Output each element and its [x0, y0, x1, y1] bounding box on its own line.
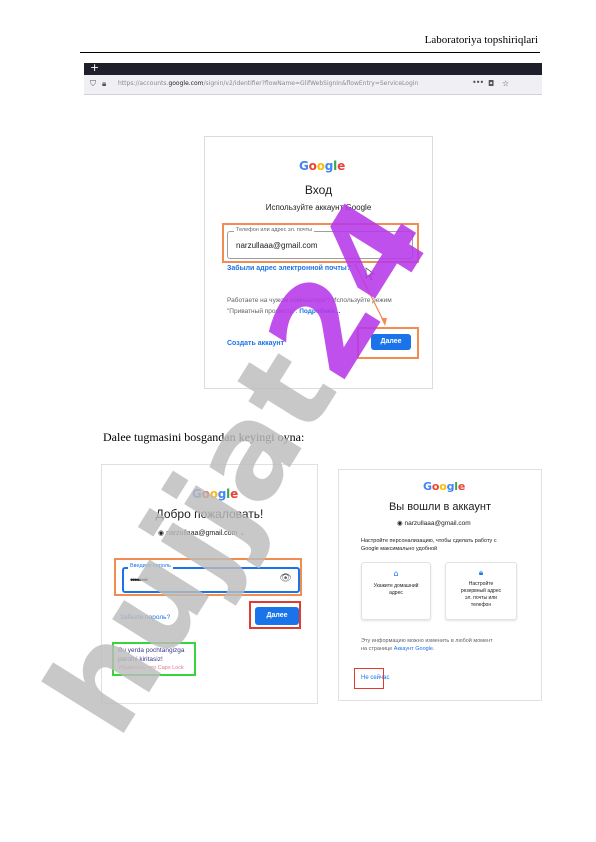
personalize-desc-2: Google максимально удобной	[361, 546, 438, 552]
google-account-link[interactable]: Аккаунт Google	[394, 646, 433, 652]
info-text: Эту информацию можно изменить в любой мо…	[361, 638, 493, 644]
next-highlight-box-2	[249, 601, 301, 629]
signed-in-title: Вы вошли в аккаунт	[388, 501, 492, 513]
lock-refresh-icon: 🔒︎	[478, 568, 484, 577]
arrows-overlay	[136, 263, 387, 663]
password-highlight-box	[114, 558, 302, 596]
home-tile-text: Укажите домашний адрес	[373, 583, 419, 596]
welcome-title: Добро пожаловать!	[155, 507, 264, 521]
personalize-desc: Настройте персонализацию, чтобы сделать …	[361, 538, 497, 544]
mouse-cursor-icon	[365, 267, 375, 281]
not-now-highlight-box	[354, 668, 384, 689]
info-text-2: на странице Аккаунт Google.	[361, 646, 435, 652]
forgot-password-link[interactable]: Забыли пароль?	[120, 614, 170, 621]
note-highlight-box	[112, 642, 196, 676]
signed-in-card: Google Вы вошли в аккаунт ◉ narzullaaa@g…	[338, 469, 542, 701]
annotation-arrowhead	[381, 318, 387, 326]
home-address-tile[interactable]: ⌂ Укажите домашний адрес	[361, 562, 431, 620]
caption-text: Dalee tugmasini bosgandan keyingi oyna:	[103, 430, 305, 444]
home-icon: ⌂	[393, 569, 399, 578]
google-logo-3: Google	[423, 480, 466, 493]
recovery-tile-text: Настройте резервный адрес эл. почты или тел…	[460, 581, 502, 608]
account-chip-2: ◉ narzullaaa@gmail.com	[397, 520, 471, 527]
google-logo-2: Google	[192, 487, 239, 501]
recovery-tile[interactable]: 🔒︎ Настройте резервный адрес эл. почты или…	[445, 562, 517, 620]
account-chip[interactable]: ◉ narzullaaa@gmail.com ⌄	[158, 529, 245, 537]
